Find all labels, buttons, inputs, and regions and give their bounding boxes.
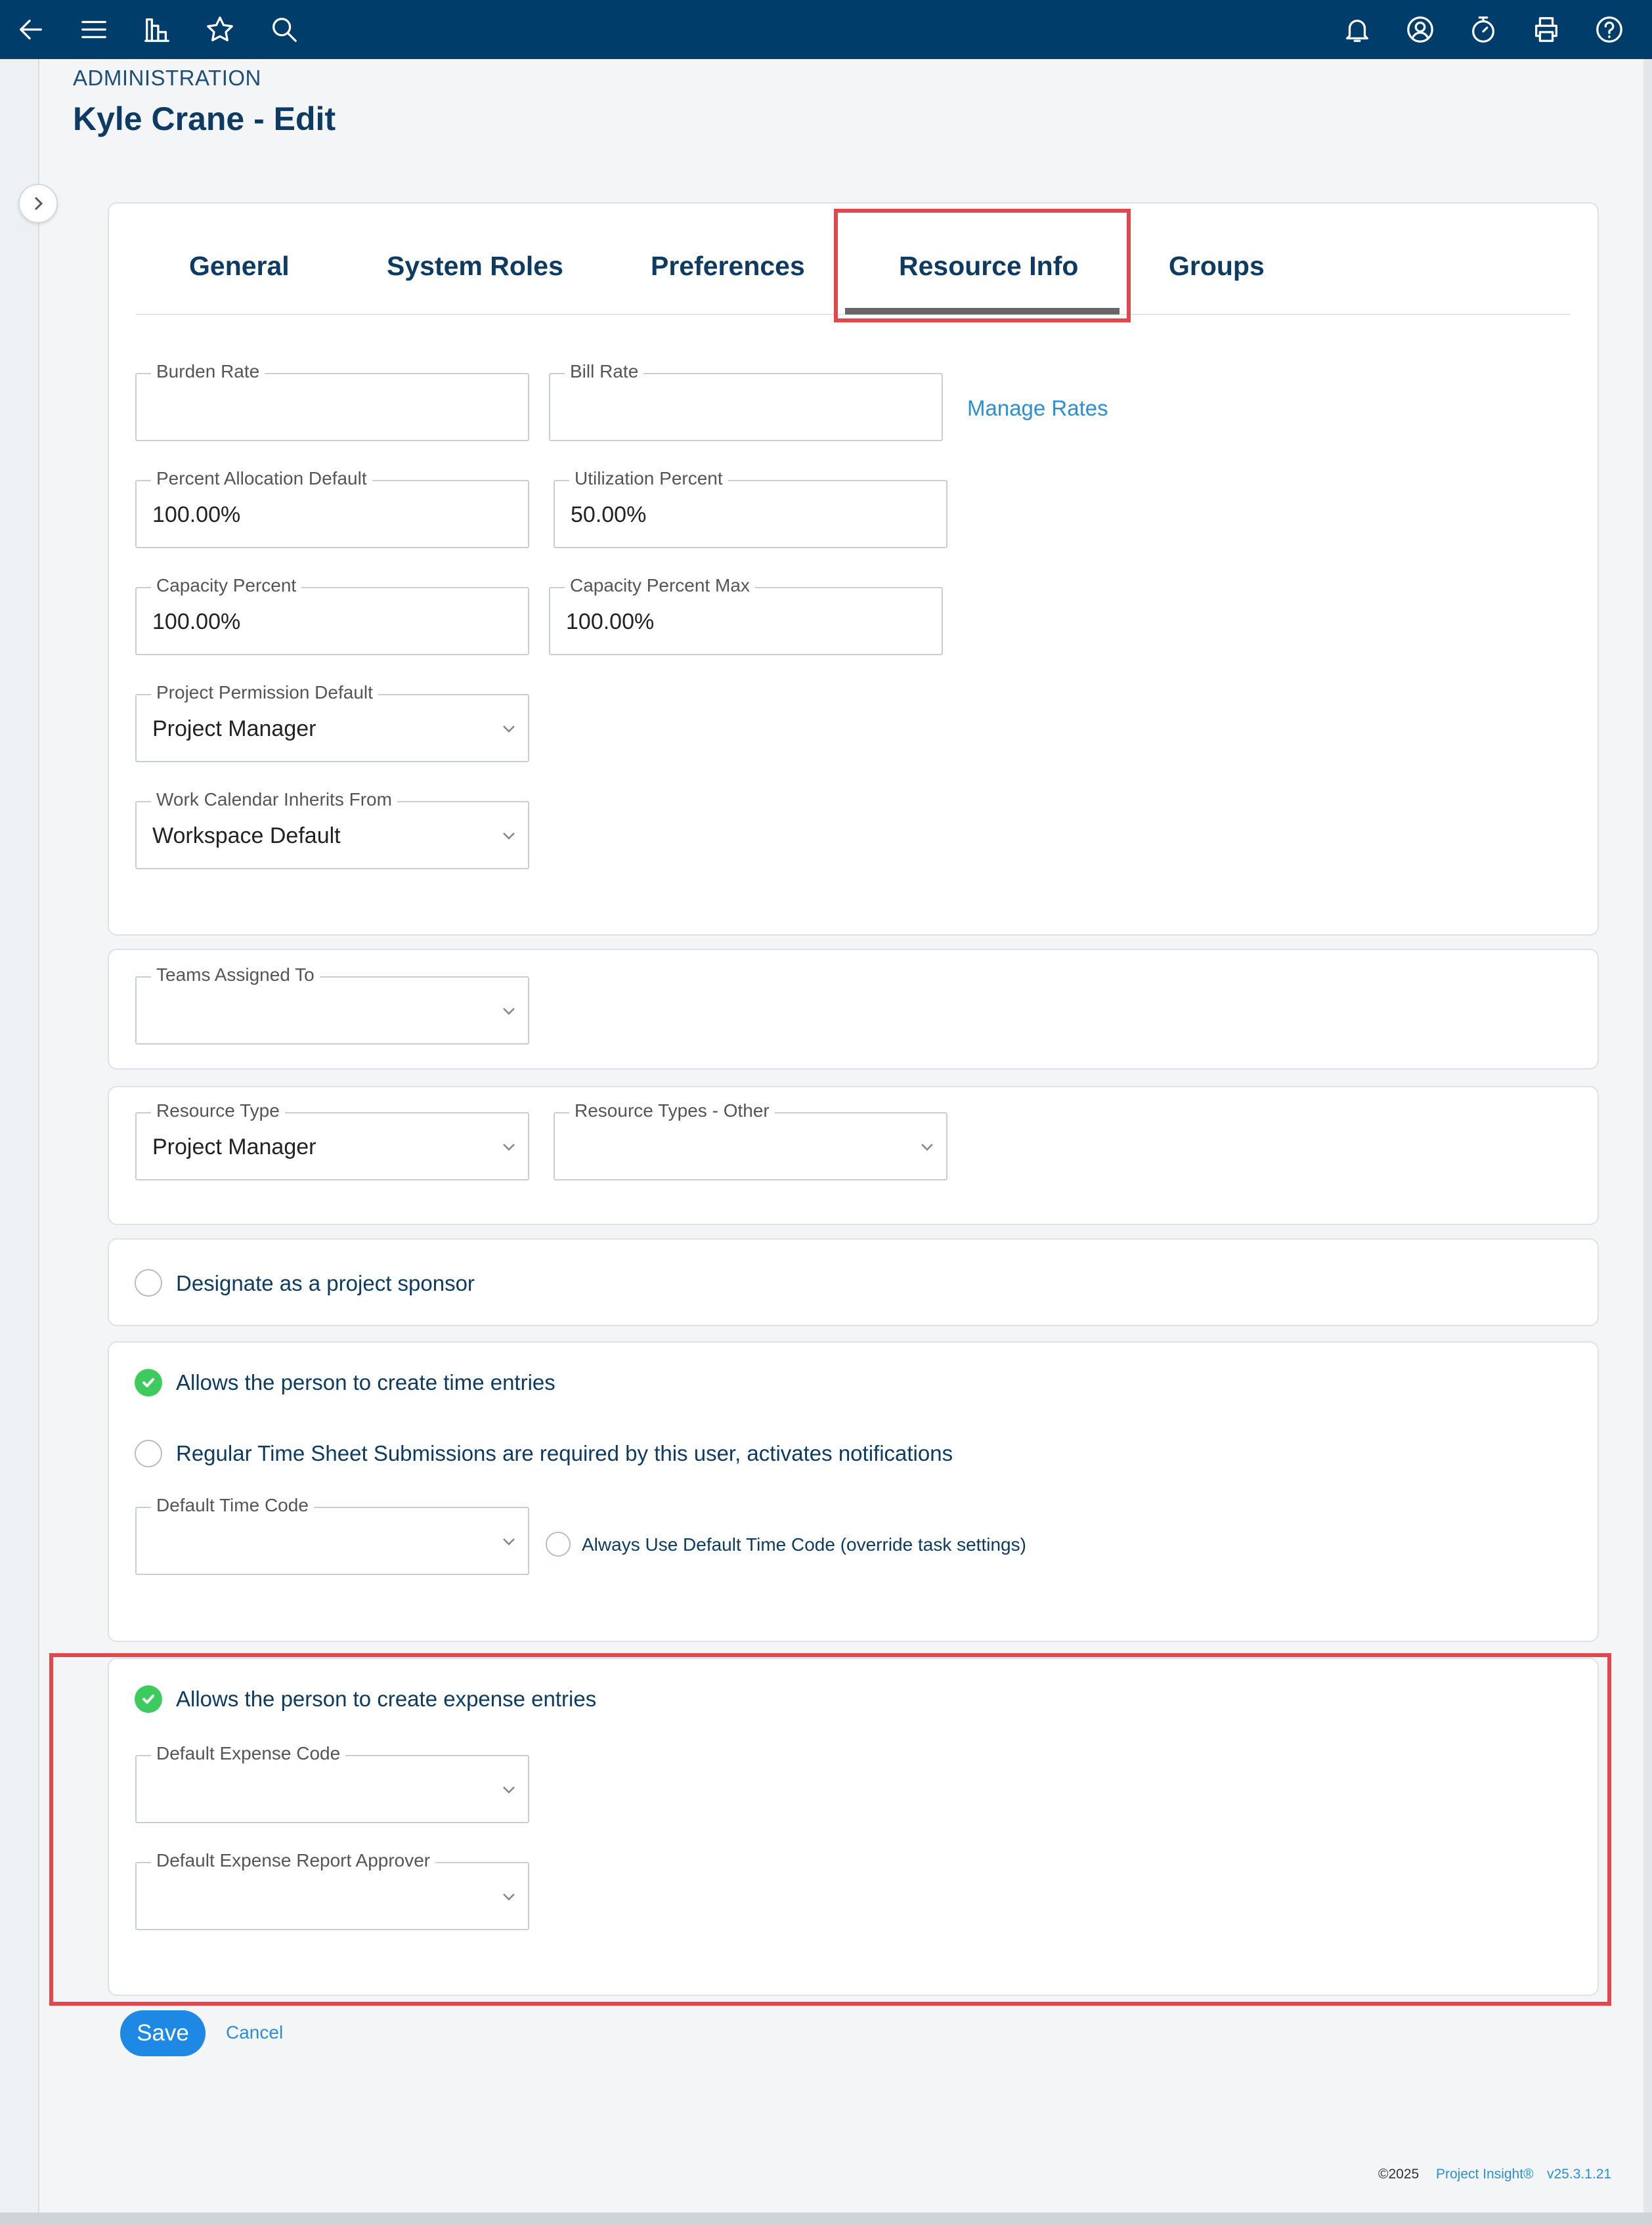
chevron-down-icon	[500, 1533, 517, 1550]
search-icon[interactable]	[268, 13, 301, 46]
field-label: Project Permission Default	[151, 682, 378, 703]
field-label: Teams Assigned To	[151, 964, 320, 985]
chevron-down-icon	[500, 1003, 517, 1020]
expand-sidebar-button[interactable]	[18, 184, 58, 223]
footer-product-link[interactable]: Project Insight®	[1436, 2167, 1534, 2182]
chevron-down-icon	[919, 1138, 936, 1156]
page-title: Kyle Crane - Edit	[73, 100, 336, 137]
capacity-percent-max-field[interactable]: Capacity Percent Max 100.00%	[549, 575, 943, 655]
reports-icon[interactable]	[141, 13, 173, 46]
field-value: Project Manager	[152, 716, 316, 741]
chevron-right-icon	[34, 196, 43, 211]
chevron-down-icon	[500, 720, 517, 737]
default-time-code-select[interactable]: Default Time Code	[135, 1495, 529, 1575]
work-calendar-select[interactable]: Work Calendar Inherits From Workspace De…	[135, 789, 529, 869]
sponsor-radio[interactable]	[135, 1269, 162, 1297]
teams-assigned-select[interactable]: Teams Assigned To	[135, 964, 529, 1045]
resource-types-other-select[interactable]: Resource Types - Other	[554, 1100, 947, 1180]
bell-icon[interactable]	[1341, 13, 1374, 46]
field-label: Capacity Percent Max	[565, 575, 755, 596]
left-rail	[0, 59, 39, 2225]
always-use-default-radio[interactable]	[546, 1532, 571, 1557]
field-value: Workspace Default	[152, 823, 341, 848]
back-arrow-icon[interactable]	[14, 13, 47, 46]
stopwatch-icon[interactable]	[1467, 13, 1500, 46]
tab-general[interactable]: General	[189, 251, 290, 282]
breadcrumb: ADMINISTRATION	[73, 66, 261, 90]
printer-icon[interactable]	[1530, 13, 1563, 46]
timesheet-required-label: Regular Time Sheet Submissions are requi…	[176, 1441, 953, 1465]
top-navigation-bar	[0, 0, 1652, 59]
time-entries-checkbox[interactable]	[135, 1369, 162, 1396]
tab-preferences[interactable]: Preferences	[651, 251, 805, 282]
highlight-box-tab	[834, 209, 1131, 322]
field-label: Percent Allocation Default	[151, 468, 372, 489]
footer-copyright: ©2025	[1378, 2167, 1420, 2182]
burden-rate-field[interactable]: Burden Rate	[135, 361, 529, 441]
tab-groups[interactable]: Groups	[1169, 251, 1265, 282]
field-value: 100.00%	[152, 609, 241, 634]
capacity-percent-field[interactable]: Capacity Percent 100.00%	[135, 575, 529, 655]
field-label: Capacity Percent	[151, 575, 302, 596]
star-icon[interactable]	[204, 13, 236, 46]
utilization-percent-field[interactable]: Utilization Percent 50.00%	[554, 468, 947, 548]
tab-system-roles[interactable]: System Roles	[387, 251, 563, 282]
field-value: 100.00%	[566, 609, 655, 634]
field-label: Work Calendar Inherits From	[151, 789, 397, 810]
bill-rate-field[interactable]: Bill Rate	[549, 361, 943, 441]
sponsor-label: Designate as a project sponsor	[176, 1271, 475, 1295]
time-entries-label: Allows the person to create time entries	[176, 1370, 555, 1394]
vertical-scrollbar[interactable]	[1643, 59, 1652, 2213]
field-value: 100.00%	[152, 502, 241, 527]
always-use-default-label: Always Use Default Time Code (override t…	[582, 1534, 1026, 1555]
user-icon[interactable]	[1404, 13, 1437, 46]
menu-icon[interactable]	[77, 13, 110, 46]
field-label: Bill Rate	[565, 361, 644, 382]
checkmark-icon	[142, 1378, 154, 1387]
field-value: 50.00%	[571, 502, 647, 527]
help-icon[interactable]	[1593, 13, 1626, 46]
horizontal-scrollbar[interactable]	[0, 2213, 1652, 2225]
field-value: Project Manager	[152, 1134, 316, 1159]
highlight-box-expense	[49, 1653, 1611, 2006]
project-permission-default-select[interactable]: Project Permission Default Project Manag…	[135, 682, 529, 762]
timesheet-required-radio[interactable]	[135, 1440, 162, 1467]
chevron-down-icon	[500, 827, 517, 844]
field-label: Burden Rate	[151, 361, 265, 382]
field-label: Resource Type	[151, 1100, 285, 1121]
save-button[interactable]: Save	[120, 2010, 206, 2056]
percent-allocation-default-field[interactable]: Percent Allocation Default 100.00%	[135, 468, 529, 548]
field-label: Default Time Code	[151, 1495, 314, 1516]
field-label: Utilization Percent	[569, 468, 728, 489]
field-label: Resource Types - Other	[569, 1100, 775, 1121]
manage-rates-link[interactable]: Manage Rates	[967, 396, 1108, 421]
footer-version: v25.3.1.21	[1547, 2167, 1612, 2182]
cancel-link[interactable]: Cancel	[226, 2022, 283, 2043]
resource-type-select[interactable]: Resource Type Project Manager	[135, 1100, 529, 1180]
chevron-down-icon	[500, 1138, 517, 1156]
